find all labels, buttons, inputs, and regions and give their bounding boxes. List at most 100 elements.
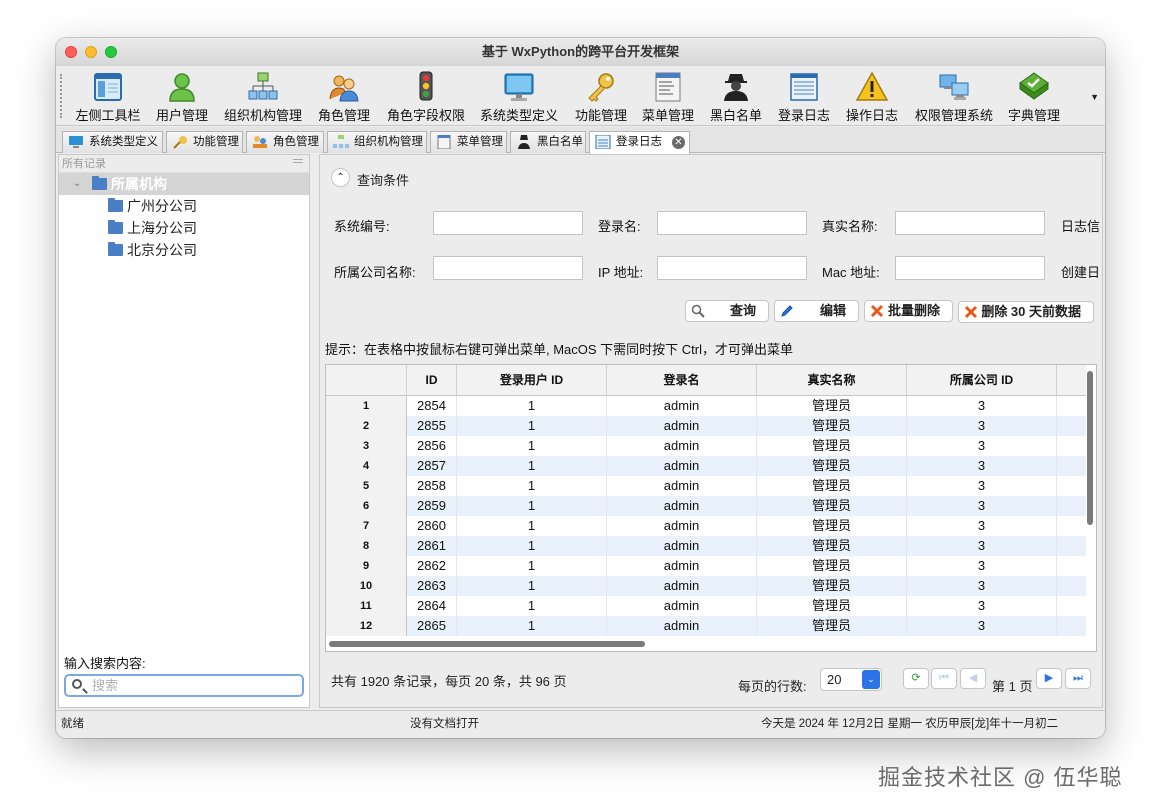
toolbar-operation-log-button[interactable]: 操作日志: [844, 69, 900, 125]
cell-real-name[interactable]: 管理员: [757, 556, 907, 576]
search-button[interactable]: 查询: [685, 300, 769, 322]
batch-delete-button[interactable]: 批量删除: [864, 300, 953, 322]
cell-id[interactable]: 2864: [407, 596, 457, 616]
column-header[interactable]: 登录名: [607, 365, 757, 396]
cell-real-name[interactable]: 管理员: [757, 416, 907, 436]
cell-login-name[interactable]: admin: [607, 496, 757, 516]
row-number[interactable]: 2: [326, 416, 407, 436]
table-row[interactable]: 7 2860 1 admin 管理员 3: [326, 516, 1086, 536]
cell-login-name[interactable]: admin: [607, 576, 757, 596]
cell-id[interactable]: 2855: [407, 416, 457, 436]
cell-login-name[interactable]: admin: [607, 436, 757, 456]
row-number[interactable]: 9: [326, 556, 407, 576]
cell-user-id[interactable]: 1: [457, 616, 607, 636]
cell-id[interactable]: 2859: [407, 496, 457, 516]
table-row[interactable]: 1 2854 1 admin 管理员 3: [326, 396, 1086, 416]
cell-company-id[interactable]: 3: [907, 496, 1057, 516]
cell-real-name[interactable]: 管理员: [757, 496, 907, 516]
cell-real-name[interactable]: 管理员: [757, 456, 907, 476]
table-row[interactable]: 11 2864 1 admin 管理员 3: [326, 596, 1086, 616]
cell-login-name[interactable]: admin: [607, 396, 757, 416]
toolbar-login-log-button[interactable]: 登录日志: [776, 69, 832, 125]
cell-user-id[interactable]: 1: [457, 496, 607, 516]
login-name-input[interactable]: [657, 211, 807, 235]
tree-node[interactable]: 广州分公司: [59, 195, 309, 217]
cell-company-id[interactable]: 3: [907, 616, 1057, 636]
column-header[interactable]: 真实名称: [757, 365, 907, 396]
zoom-window-button[interactable]: [105, 46, 117, 58]
cell-company-id[interactable]: 3: [907, 556, 1057, 576]
chevron-down-icon[interactable]: ⌄: [862, 670, 880, 689]
delete-30-days-button[interactable]: 删除 30 天前数据: [958, 301, 1094, 323]
mac-input[interactable]: [895, 256, 1045, 280]
table-row[interactable]: 8 2861 1 admin 管理员 3: [326, 536, 1086, 556]
cell-id[interactable]: 2865: [407, 616, 457, 636]
cell-user-id[interactable]: 1: [457, 456, 607, 476]
cell-user-id[interactable]: 1: [457, 436, 607, 456]
tab-role[interactable]: 角色管理: [246, 131, 324, 153]
toolbar-system-type-button[interactable]: 系统类型定义: [478, 69, 560, 125]
first-page-button[interactable]: ⏮: [931, 668, 957, 689]
row-number[interactable]: 3: [326, 436, 407, 456]
toolbar-overflow-icon[interactable]: ▼: [1090, 92, 1099, 102]
cell-login-name[interactable]: admin: [607, 596, 757, 616]
row-number[interactable]: 6: [326, 496, 407, 516]
next-page-button[interactable]: ▶: [1036, 668, 1062, 689]
cell-user-id[interactable]: 1: [457, 596, 607, 616]
row-number[interactable]: 12: [326, 616, 407, 636]
cell-user-id[interactable]: 1: [457, 476, 607, 496]
cell-real-name[interactable]: 管理员: [757, 616, 907, 636]
toolbar-role-field-button[interactable]: 角色字段权限: [384, 69, 468, 125]
prev-page-button[interactable]: ◀: [960, 668, 986, 689]
cell-id[interactable]: 2856: [407, 436, 457, 456]
toolbar-grip[interactable]: [60, 74, 63, 118]
cell-company-id[interactable]: 3: [907, 516, 1057, 536]
toolbar-user-button[interactable]: 用户管理: [152, 69, 212, 125]
search-box[interactable]: [64, 674, 304, 697]
tree-node[interactable]: 上海分公司: [59, 217, 309, 239]
cell-real-name[interactable]: 管理员: [757, 476, 907, 496]
refresh-button[interactable]: ⟳: [903, 668, 929, 689]
tab-org[interactable]: 组织机构管理: [327, 131, 427, 153]
cell-user-id[interactable]: 1: [457, 416, 607, 436]
tab-login-log[interactable]: 登录日志 ✕: [589, 131, 690, 154]
minimize-window-button[interactable]: [85, 46, 97, 58]
table-row[interactable]: 9 2862 1 admin 管理员 3: [326, 556, 1086, 576]
search-input[interactable]: [92, 677, 292, 694]
vertical-scrollbar[interactable]: [1085, 365, 1094, 637]
table-row[interactable]: 12 2865 1 admin 管理员 3: [326, 616, 1086, 636]
cell-company-id[interactable]: 3: [907, 456, 1057, 476]
cell-real-name[interactable]: 管理员: [757, 396, 907, 416]
cell-user-id[interactable]: 1: [457, 516, 607, 536]
toolbar-org-button[interactable]: 组织机构管理: [222, 69, 304, 125]
tab-menu[interactable]: 菜单管理: [430, 131, 507, 153]
cell-login-name[interactable]: admin: [607, 456, 757, 476]
cell-id[interactable]: 2862: [407, 556, 457, 576]
cell-company-id[interactable]: 3: [907, 576, 1057, 596]
row-number[interactable]: 8: [326, 536, 407, 556]
column-header[interactable]: ID: [407, 365, 457, 396]
cell-user-id[interactable]: 1: [457, 556, 607, 576]
toolbar-menu-button[interactable]: 菜单管理: [640, 69, 696, 125]
panel-minimize-icon[interactable]: [293, 159, 303, 163]
ip-input[interactable]: [657, 256, 807, 280]
cell-real-name[interactable]: 管理员: [757, 536, 907, 556]
row-number[interactable]: 5: [326, 476, 407, 496]
cell-login-name[interactable]: admin: [607, 516, 757, 536]
cell-id[interactable]: 2860: [407, 516, 457, 536]
cell-id[interactable]: 2858: [407, 476, 457, 496]
toolbar-blacklist-button[interactable]: 黑白名单: [708, 69, 764, 125]
tab-blacklist[interactable]: 黑白名单: [510, 131, 586, 153]
cell-id[interactable]: 2854: [407, 396, 457, 416]
row-header-corner[interactable]: [326, 365, 407, 396]
close-window-button[interactable]: [65, 46, 77, 58]
cell-login-name[interactable]: admin: [607, 476, 757, 496]
cell-company-id[interactable]: 3: [907, 436, 1057, 456]
row-number[interactable]: 11: [326, 596, 407, 616]
table-row[interactable]: 5 2858 1 admin 管理员 3: [326, 476, 1086, 496]
column-header[interactable]: 登录用户 ID: [457, 365, 607, 396]
toolbar-role-button[interactable]: 角色管理: [316, 69, 372, 125]
edit-button[interactable]: 编辑: [774, 300, 859, 322]
row-number[interactable]: 4: [326, 456, 407, 476]
toolbar-permission-system-button[interactable]: 权限管理系统: [912, 69, 996, 125]
